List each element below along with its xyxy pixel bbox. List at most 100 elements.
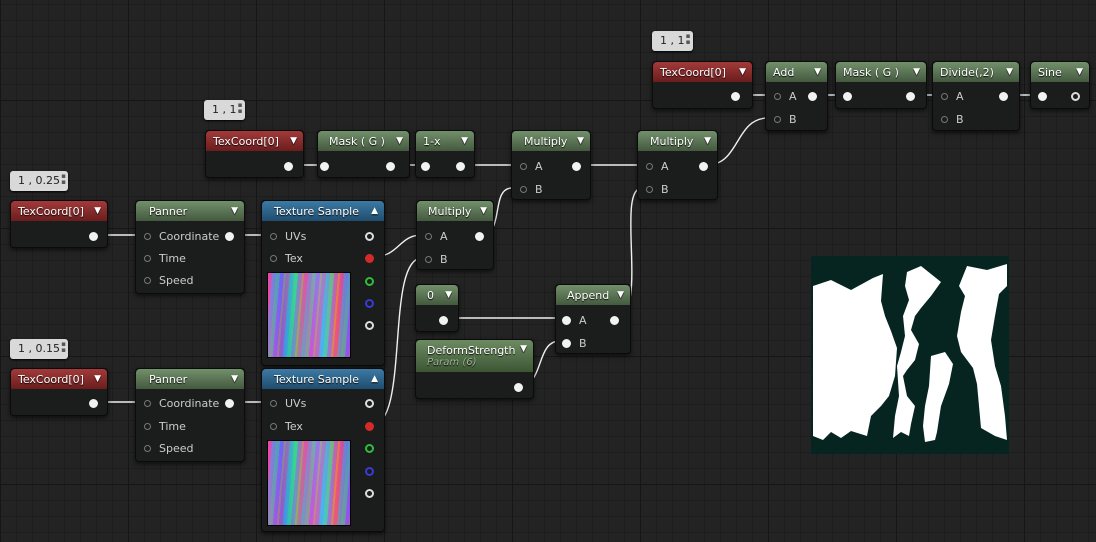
- node-header[interactable]: 0 ▼: [416, 285, 458, 305]
- input-pin[interactable]: [144, 276, 151, 284]
- input-pin[interactable]: [646, 185, 653, 193]
- output-pin-row[interactable]: [439, 313, 448, 327]
- input-pin[interactable]: [270, 232, 277, 240]
- output-pin[interactable]: [365, 421, 374, 431]
- multiply-node-c[interactable]: Multiply ▼ A B: [637, 130, 718, 200]
- output-pin[interactable]: [1071, 91, 1080, 101]
- dropdown-icon[interactable]: ▼: [231, 374, 238, 384]
- input-pin-b[interactable]: B: [520, 182, 543, 196]
- output-pin[interactable]: [365, 276, 374, 286]
- one-minus-x-node[interactable]: 1-x ▼: [415, 130, 475, 178]
- output-pin[interactable]: [731, 91, 740, 101]
- output-pin[interactable]: [365, 231, 374, 241]
- dropdown-icon[interactable]: ▼: [94, 374, 101, 384]
- texcoord-node-p2[interactable]: TexCoord[0] ▼: [10, 368, 108, 416]
- input-pin[interactable]: [1038, 91, 1047, 101]
- divide-node[interactable]: Divide(,2) ▼ A B: [932, 61, 1020, 131]
- node-header[interactable]: TexCoord[0] ▼: [11, 369, 107, 389]
- output-pin[interactable]: [365, 398, 374, 408]
- input-pin-row[interactable]: [1038, 89, 1047, 103]
- output-pin-r[interactable]: [365, 251, 374, 265]
- input-pin[interactable]: [144, 254, 151, 262]
- input-pin-a[interactable]: A: [562, 313, 587, 327]
- dropdown-icon[interactable]: ▼: [739, 67, 746, 77]
- output-pin[interactable]: [365, 320, 374, 330]
- panner-node-1[interactable]: Panner ▼ Coordinate Time Speed: [135, 200, 245, 294]
- mask-g-node-mid[interactable]: Mask ( G ) ▼: [317, 130, 410, 178]
- output-pin-row[interactable]: [89, 396, 98, 410]
- texcoord-tiling-bubble[interactable]: 1 , 1 ▪ ▪: [652, 31, 693, 51]
- multiply-node-a[interactable]: Multiply ▼ A B: [511, 130, 591, 200]
- node-header[interactable]: Panner ▼: [136, 201, 244, 221]
- input-pin[interactable]: [941, 115, 948, 123]
- output-pin-row[interactable]: [284, 159, 293, 173]
- texcoord-node-p1[interactable]: TexCoord[0] ▼: [10, 200, 108, 248]
- output-pin[interactable]: [365, 488, 374, 498]
- texcoord-tiling-bubble[interactable]: 1 , 1 ▪ ▪: [204, 100, 245, 120]
- collapse-icon[interactable]: ▲: [371, 374, 378, 384]
- panner-node-2[interactable]: Panner ▼ Coordinate Time Speed: [135, 368, 245, 462]
- mask-g-node-top[interactable]: Mask ( G ) ▼: [835, 61, 927, 109]
- node-header[interactable]: DeformStrength Param (6) ▼: [416, 340, 533, 372]
- input-pin[interactable]: [144, 232, 151, 240]
- texcoord-node-mid[interactable]: TexCoord[0] ▼: [205, 130, 304, 178]
- output-pin-row[interactable]: [386, 159, 395, 173]
- output-pin[interactable]: [225, 398, 234, 408]
- node-header[interactable]: Append ▼: [556, 285, 630, 305]
- output-pin[interactable]: [610, 315, 619, 325]
- input-pin[interactable]: [520, 162, 527, 170]
- dropdown-icon[interactable]: ▼: [1006, 67, 1013, 77]
- input-pin-coordinate[interactable]: Coordinate: [144, 396, 219, 410]
- output-pin-a[interactable]: [365, 318, 374, 332]
- output-pin[interactable]: [439, 315, 448, 325]
- output-pin[interactable]: [808, 91, 817, 101]
- input-pin-uvs[interactable]: UVs: [270, 229, 306, 243]
- node-header[interactable]: Mask ( G ) ▼: [318, 131, 409, 151]
- output-pin-b[interactable]: [365, 464, 374, 478]
- input-pin[interactable]: [144, 422, 151, 430]
- dropdown-icon[interactable]: ▼: [396, 136, 403, 146]
- output-pin[interactable]: [365, 298, 374, 308]
- dropdown-icon[interactable]: ▼: [814, 67, 821, 77]
- input-pin-speed[interactable]: Speed: [144, 441, 193, 455]
- output-pin[interactable]: [514, 382, 523, 392]
- node-header[interactable]: 1-x ▼: [416, 131, 474, 151]
- input-pin[interactable]: [774, 92, 781, 100]
- input-pin-b[interactable]: B: [941, 112, 964, 126]
- output-pin[interactable]: [365, 443, 374, 453]
- add-node[interactable]: Add ▼ A B: [765, 61, 828, 131]
- input-pin-b[interactable]: B: [774, 112, 797, 126]
- output-pin-row[interactable]: [475, 229, 484, 243]
- output-pin-row[interactable]: [999, 89, 1008, 103]
- input-pin-b[interactable]: B: [562, 336, 587, 350]
- dropdown-icon[interactable]: ▼: [577, 136, 584, 146]
- node-header[interactable]: Multiply ▼: [638, 131, 717, 151]
- node-header[interactable]: TexCoord[0] ▼: [653, 62, 752, 82]
- output-pin-row[interactable]: [699, 159, 708, 173]
- input-pin[interactable]: [941, 92, 948, 100]
- input-pin-uvs[interactable]: UVs: [270, 396, 306, 410]
- output-pin-row[interactable]: [610, 313, 619, 327]
- dropdown-icon[interactable]: ▼: [913, 67, 920, 77]
- dropdown-icon[interactable]: ▼: [231, 206, 238, 216]
- input-pin-b[interactable]: B: [646, 182, 669, 196]
- input-pin-a[interactable]: A: [646, 159, 669, 173]
- node-header[interactable]: Texture Sample ▲: [262, 369, 384, 389]
- output-pin[interactable]: [699, 161, 708, 171]
- input-pin[interactable]: [270, 399, 277, 407]
- constant-node[interactable]: 0 ▼: [415, 284, 459, 332]
- output-pin-a[interactable]: [365, 486, 374, 500]
- output-pin[interactable]: [365, 466, 374, 476]
- collapse-icon[interactable]: ▲: [371, 206, 378, 216]
- output-pin[interactable]: [999, 91, 1008, 101]
- texcoord-tiling-bubble[interactable]: 1 , 0.15 ▪ ▪: [10, 339, 68, 359]
- input-pin-time[interactable]: Time: [144, 419, 186, 433]
- output-pin-row[interactable]: [225, 229, 234, 243]
- node-header[interactable]: Add ▼: [766, 62, 827, 82]
- input-pin-speed[interactable]: Speed: [144, 273, 193, 287]
- input-pin[interactable]: [843, 91, 852, 101]
- dropdown-icon[interactable]: ▼: [704, 136, 711, 146]
- node-header[interactable]: TexCoord[0] ▼: [11, 201, 107, 221]
- input-pin-a[interactable]: A: [520, 159, 543, 173]
- node-header[interactable]: Multiply ▼: [417, 201, 493, 221]
